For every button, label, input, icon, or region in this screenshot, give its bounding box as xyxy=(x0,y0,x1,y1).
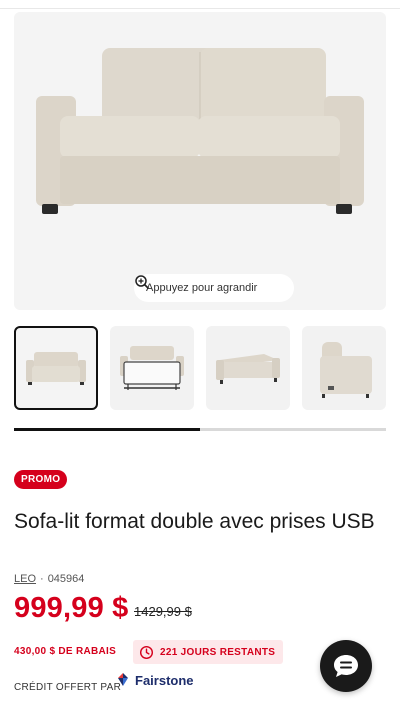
thumbnail-1[interactable] xyxy=(14,326,98,410)
thumbnail-strip xyxy=(14,326,386,410)
zoom-label: Appuyez pour agrandir xyxy=(146,282,258,294)
zoom-in-icon xyxy=(135,275,150,290)
sofa-thumbnail xyxy=(26,352,86,385)
zoom-button[interactable]: Appuyez pour agrandir xyxy=(134,274,294,302)
thumbnail-3[interactable] xyxy=(206,326,290,410)
gallery-scroll-indicator-fill xyxy=(14,428,200,431)
sofa-image xyxy=(36,48,364,214)
chat-button[interactable] xyxy=(320,640,372,692)
thumbnail-2[interactable] xyxy=(110,326,194,410)
days-remaining-label: 221 JOURS RESTANTS xyxy=(160,646,276,658)
promo-badge: PROMO xyxy=(14,470,68,489)
clock-icon xyxy=(139,645,154,659)
top-divider xyxy=(0,0,400,9)
sofa-side-thumbnail xyxy=(320,342,372,398)
credit-label: CRÉDIT OFFERT PAR xyxy=(14,682,122,693)
old-price: 1429,99 $ xyxy=(134,604,192,619)
product-sku: 045964 xyxy=(47,573,85,585)
product-meta: LEO · 045964 xyxy=(14,573,84,585)
current-price: 999,99 $ xyxy=(14,592,129,624)
days-remaining-badge: 221 JOURS RESTANTS xyxy=(133,640,284,664)
gallery-scroll-indicator xyxy=(14,428,386,431)
sofa-angle-thumbnail xyxy=(216,354,280,384)
sofa-bed-open-thumbnail xyxy=(120,346,184,390)
fairstone-logo-icon xyxy=(118,673,128,686)
product-main-image[interactable]: Appuyez pour agrandir xyxy=(14,12,386,310)
fairstone-name: Fairstone xyxy=(135,672,194,688)
thumbnail-4[interactable] xyxy=(302,326,386,410)
fairstone-logo[interactable]: Fairstone xyxy=(116,672,194,688)
product-title: Sofa-lit format double avec prises USB xyxy=(14,510,375,533)
meta-separator: · xyxy=(40,573,44,585)
rebate-amount: 430,00 $ DE RABAIS xyxy=(14,646,117,657)
brand-link[interactable]: LEO xyxy=(14,573,36,585)
chat-icon xyxy=(334,655,358,677)
